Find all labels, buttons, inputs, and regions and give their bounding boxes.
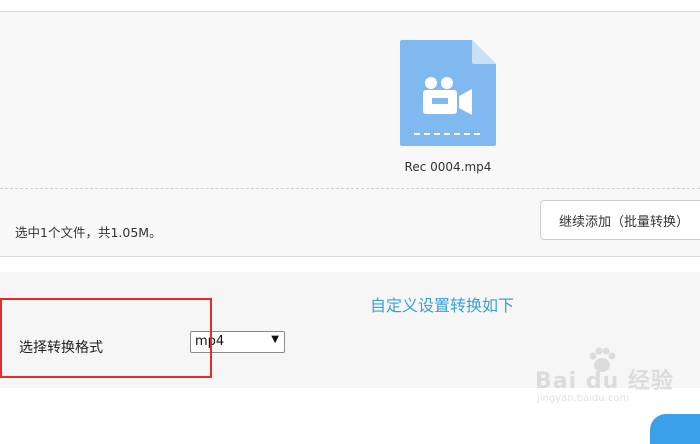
file-card[interactable]: Rec 0004.mp4 [400, 40, 496, 180]
settings-title: 自定义设置转换如下 [370, 296, 515, 315]
chevron-down-icon: ▼ [271, 334, 279, 345]
video-file-icon [400, 40, 496, 146]
panel-divider [0, 188, 700, 189]
file-name: Rec 0004.mp4 [404, 160, 492, 174]
add-more-button[interactable]: 继续添加（批量转换） [540, 200, 700, 240]
selection-summary: 选中1个文件，共1.05M。 [15, 225, 162, 240]
next-button[interactable] [650, 414, 700, 444]
watermark-text: Bai du 经验 [535, 369, 674, 394]
upload-panel: Rec 0004.mp4 选中1个文件，共1.05M。 继续添加（批量转换） [0, 11, 700, 257]
highlight-box [0, 298, 212, 378]
watermark: Bai du 经验 jingyan.baidu.com [535, 345, 695, 405]
watermark-url: jingyan.baidu.com [537, 393, 630, 404]
